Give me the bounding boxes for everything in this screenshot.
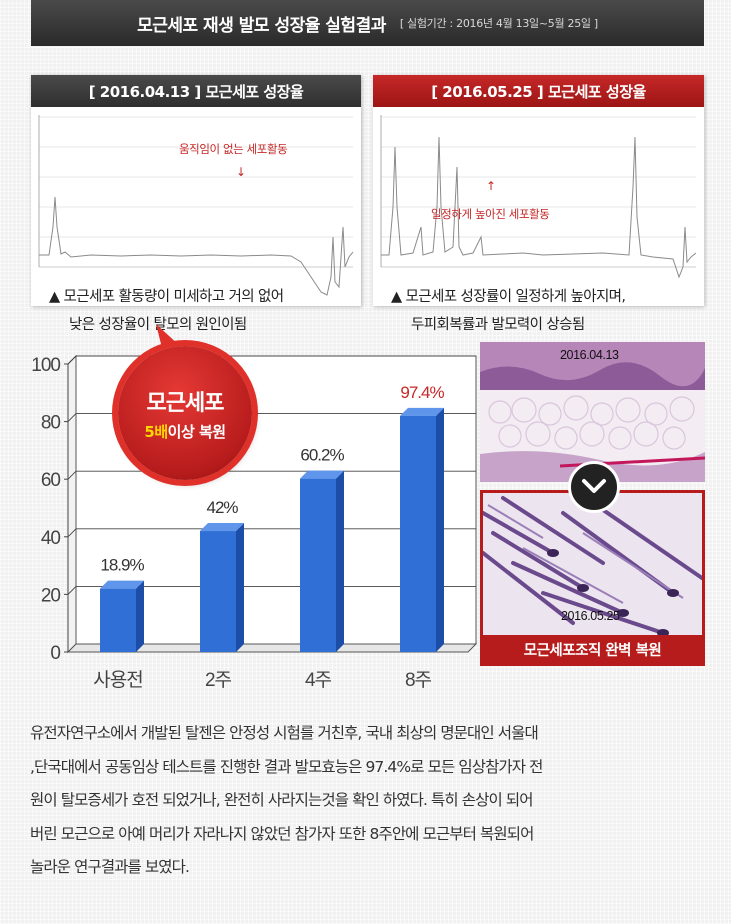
before-panel-heading: [ 2016.04.13 ] 모근세포 성장율 [31, 75, 361, 107]
restore-badge: 모근세포 5배이상 복원 [118, 346, 252, 480]
before-annotation: 움직임이 없는 세포활동 [179, 142, 288, 156]
after-growth-panel: [ 2016.05.25 ] 모근세포 성장율 ↑ 일정하게 높아진 세포활동 … [373, 75, 704, 333]
tissue-after-image: 2016.05.25 모근세포조직 완벽 복원 [480, 490, 705, 666]
bar-data-label: 97.4% [400, 383, 444, 402]
experiment-period: [ 실험기간 : 2016년 4월 13일~5월 25일 ] [399, 17, 598, 30]
tissue-before-date: 2016.04.13 [560, 348, 619, 362]
chevron-shape [582, 479, 606, 493]
chart-y-axis: 0 20 40 60 80 100 [31, 355, 69, 664]
growth-bar-chart: 0 20 40 60 80 100 18.9% 42% 60.2% 97.4% 사용전 2주 4주 8… [31, 354, 478, 691]
y-tick-label: 0 [50, 643, 60, 664]
tissue-after-date: 2016.05.25 [561, 609, 620, 623]
description-line-3: 원이 탈모증세가 호전 되었거나, 완전히 사라지는것을 확인 하였다. 특히 … [30, 791, 533, 809]
after-annotation: 일정하게 높아진 세포활동 [431, 207, 550, 221]
bar [200, 531, 236, 652]
x-tick-label: 8주 [405, 670, 432, 691]
description-line-5: 놀라운 연구결과를 보였다. [30, 858, 190, 876]
bar [400, 415, 436, 652]
after-panel-heading: [ 2016.05.25 ] 모근세포 성장율 [373, 75, 704, 107]
badge-title: 모근세포 [146, 390, 225, 416]
before-activity-graph [38, 115, 354, 296]
before-growth-panel: [ 2016.04.13 ] 모근세포 성장율 움직임이 없는 세포활동 ↓ ▲… [31, 75, 361, 333]
bar-side [236, 523, 244, 652]
badge-subtitle-rest: 이상 복원 [167, 422, 226, 441]
y-tick-label: 40 [41, 528, 61, 549]
y-tick-label: 60 [41, 470, 61, 491]
page-title: 모근세포 재생 발모 성장율 실험결과 [137, 15, 386, 36]
x-tick-label: 4주 [305, 670, 332, 691]
bar-data-label: 18.9% [100, 556, 144, 575]
description-line-2: ,단국대에서 공동임상 테스트를 진행한 결과 발모효능은 97.4%로 모든 … [30, 757, 543, 776]
chevron-down-icon [568, 461, 620, 513]
badge-subtitle: 5배이상 복원 [144, 421, 226, 442]
x-tick-label: 2주 [205, 670, 232, 691]
before-caption-line1: ▲ 모근세포 활동량이 미세하고 거의 없어 [49, 289, 284, 305]
bar-data-label: 42% [206, 498, 238, 517]
badge-highlight: 5배 [144, 422, 168, 441]
bar-data-label: 60.2% [300, 446, 344, 465]
y-tick-label: 80 [41, 413, 61, 434]
after-caption-line1: ▲ 모근세포 성장률이 일정하게 높아지며, [391, 289, 626, 305]
header-banner: 모근세포 재생 발모 성장율 실험결과 [ 실험기간 : 2016년 4월 13… [31, 0, 704, 46]
x-tick-label: 사용전 [93, 669, 142, 691]
tissue-caption: 모근세포조직 완벽 복원 [483, 635, 702, 663]
bar-side [336, 470, 344, 652]
chart-x-axis: 사용전 2주 4주 8주 [93, 669, 432, 691]
y-tick-label: 100 [31, 355, 60, 376]
bar [100, 588, 136, 652]
bar-side [136, 580, 144, 652]
description-line-1: 유전자연구소에서 개발된 탈젠은 안정성 시험를 거친후, 국내 최상의 명문대… [30, 724, 539, 742]
down-pointer-icon: ↓ [236, 165, 247, 179]
y-tick-label: 20 [41, 585, 61, 606]
description-line-4: 버린 모근으로 아예 머리가 자라나지 않았던 참가자 또한 8주안에 모근부터… [30, 824, 534, 843]
bar [300, 478, 336, 652]
up-pointer-icon: ↑ [486, 179, 497, 193]
description-text: 유전자연구소에서 개발된 탈젠은 안정성 시험를 거친후, 국내 최상의 명문대… [30, 717, 712, 885]
bar-side [436, 407, 444, 652]
chart-side-wall [67, 354, 77, 654]
